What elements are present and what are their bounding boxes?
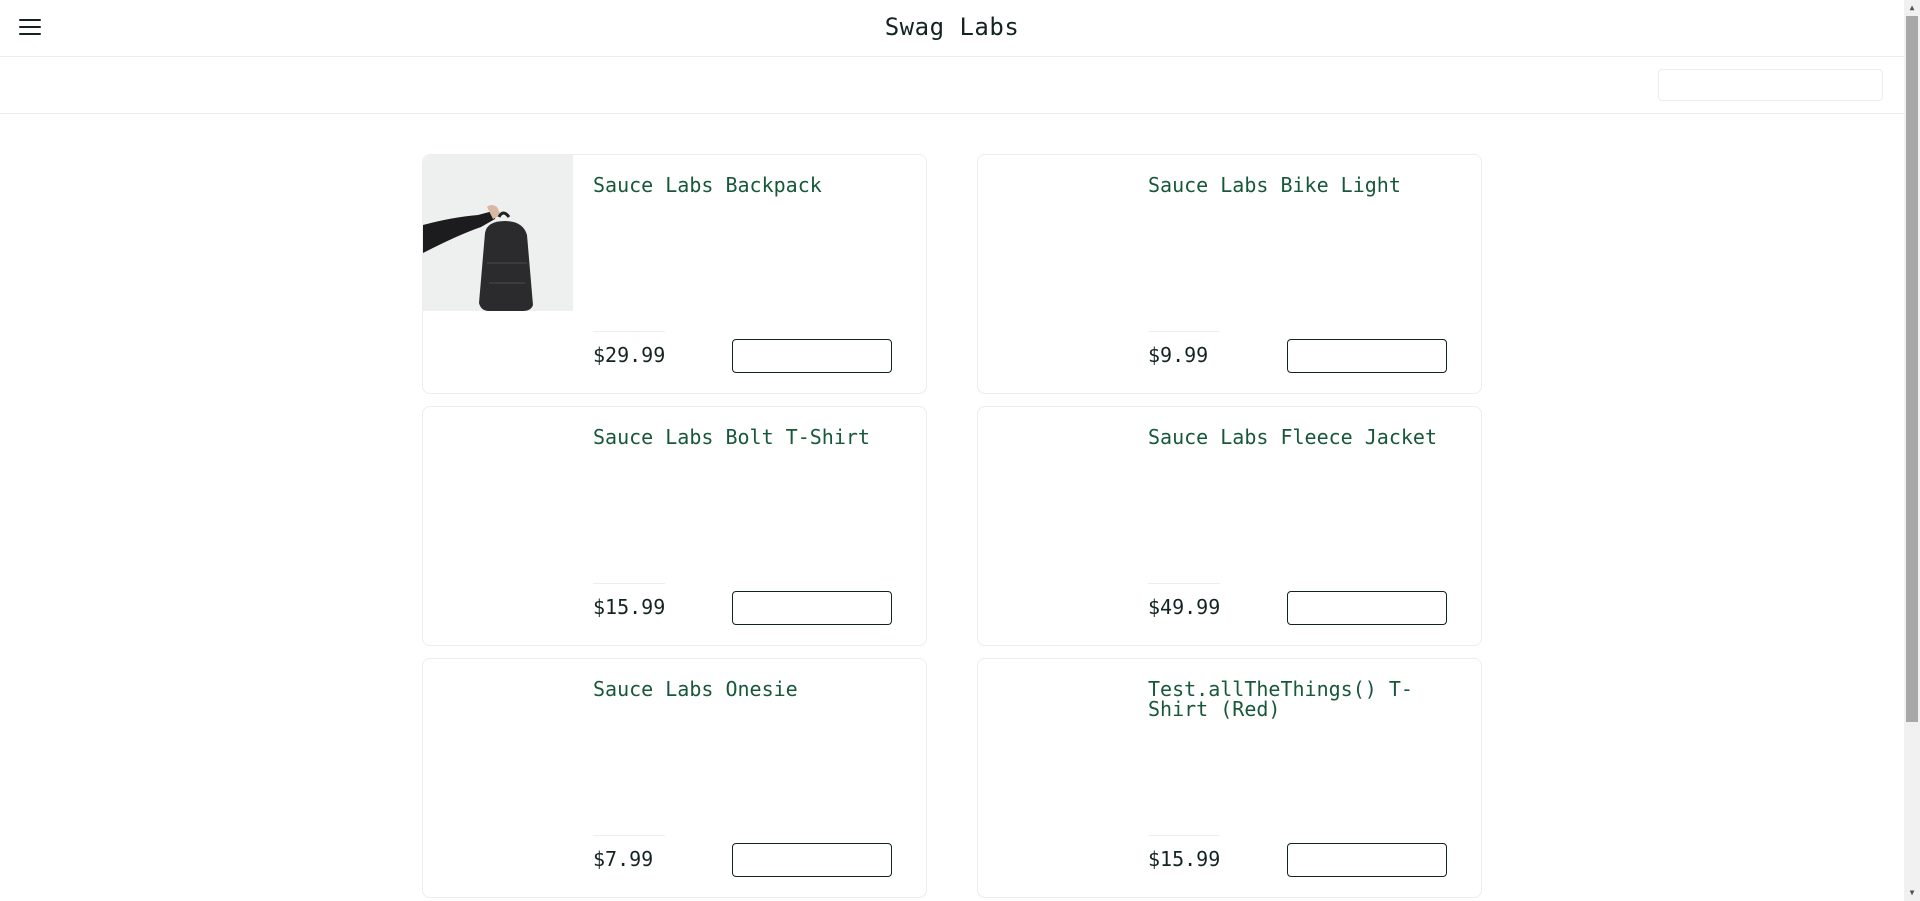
- add-to-cart-button[interactable]: [732, 339, 892, 373]
- price-divider: [1148, 331, 1220, 332]
- price-divider: [593, 583, 665, 584]
- product-name[interactable]: Sauce Labs Onesie: [593, 679, 893, 699]
- scroll-up-arrow-icon[interactable]: ▲: [1904, 0, 1920, 16]
- vertical-scrollbar[interactable]: ▲ ▼: [1904, 0, 1920, 901]
- inventory-item: Test.allTheThings() T-Shirt (Red) $15.99: [977, 658, 1482, 898]
- inventory-item: Sauce Labs Bike Light $9.99: [977, 154, 1482, 394]
- product-name[interactable]: Sauce Labs Bike Light: [1148, 175, 1448, 195]
- product-price: $9.99: [1148, 343, 1209, 367]
- product-name[interactable]: Sauce Labs Fleece Jacket: [1148, 427, 1448, 447]
- add-to-cart-button[interactable]: [732, 591, 892, 625]
- product-image-backpack[interactable]: [423, 155, 573, 311]
- inventory-item: Sauce Labs Fleece Jacket $49.99: [977, 406, 1482, 646]
- product-price: $49.99: [1148, 595, 1221, 619]
- inventory-item: Sauce Labs Onesie $7.99: [422, 658, 927, 898]
- price-divider: [593, 835, 665, 836]
- scrollbar-thumb[interactable]: [1906, 16, 1918, 722]
- product-image-onesie[interactable]: [423, 659, 573, 815]
- add-to-cart-button[interactable]: [1287, 843, 1447, 877]
- secondary-header: [0, 57, 1904, 114]
- backpack-photo: [423, 155, 573, 311]
- price-divider: [1148, 583, 1220, 584]
- price-divider: [593, 331, 665, 332]
- product-image-bike-light[interactable]: [978, 155, 1128, 311]
- app-logo-title: Swag Labs: [884, 13, 1020, 41]
- product-price: $15.99: [1148, 847, 1221, 871]
- add-to-cart-button[interactable]: [1287, 591, 1447, 625]
- product-price: $29.99: [593, 343, 666, 367]
- product-image-fleece-jacket[interactable]: [978, 407, 1128, 563]
- product-image-red-tshirt[interactable]: [978, 659, 1128, 815]
- price-divider: [1148, 835, 1220, 836]
- product-image-bolt-tshirt[interactable]: [423, 407, 573, 563]
- product-name[interactable]: Sauce Labs Backpack: [593, 175, 893, 195]
- primary-header: Swag Labs: [0, 0, 1904, 57]
- inventory-item: Sauce Labs Backpack $29.99: [422, 154, 927, 394]
- inventory-item: Sauce Labs Bolt T-Shirt $15.99: [422, 406, 927, 646]
- product-name[interactable]: Test.allTheThings() T-Shirt (Red): [1148, 679, 1448, 719]
- product-sort-select[interactable]: [1658, 69, 1883, 101]
- product-price: $7.99: [593, 847, 654, 871]
- add-to-cart-button[interactable]: [732, 843, 892, 877]
- add-to-cart-button[interactable]: [1287, 339, 1447, 373]
- scroll-down-arrow-icon[interactable]: ▼: [1904, 885, 1920, 901]
- product-name[interactable]: Sauce Labs Bolt T-Shirt: [593, 427, 893, 447]
- product-price: $15.99: [593, 595, 666, 619]
